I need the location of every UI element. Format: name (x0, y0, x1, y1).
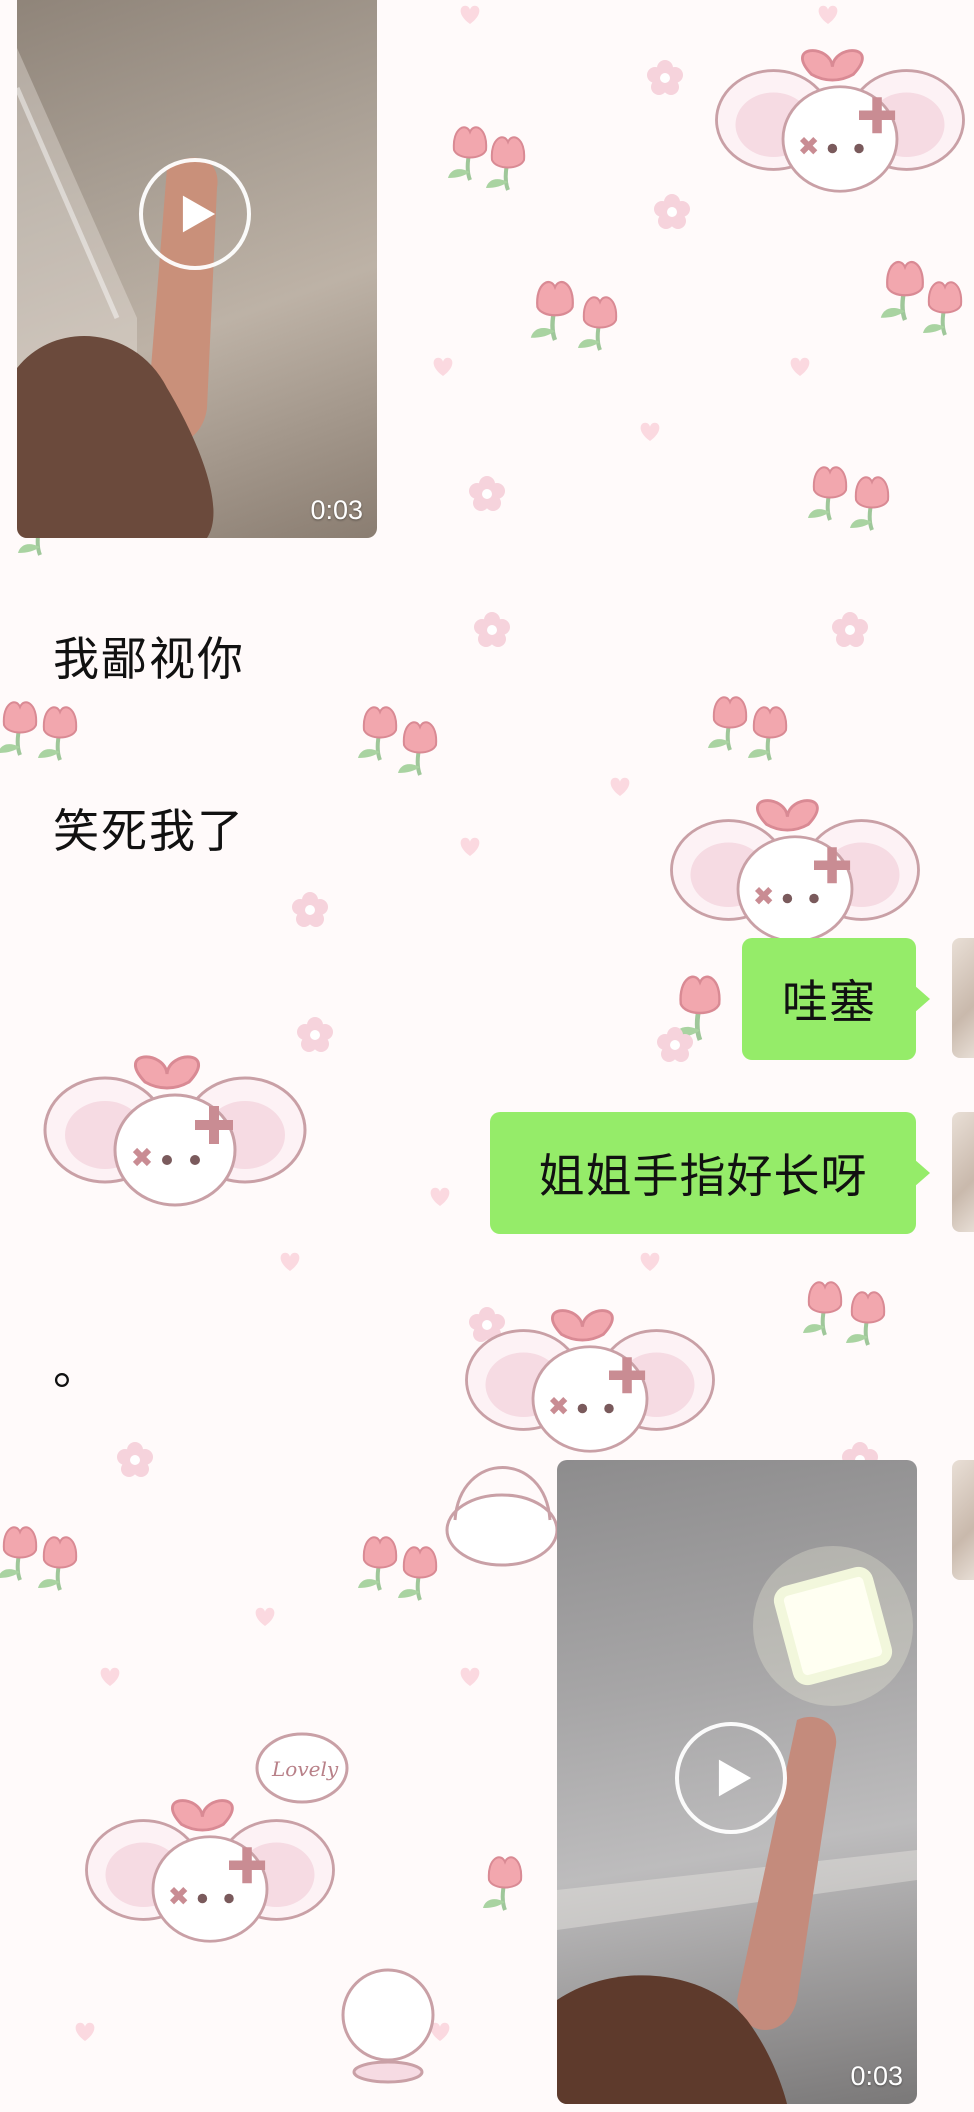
video-message-bottom[interactable]: 0:03 (557, 1460, 917, 2104)
play-icon[interactable] (139, 158, 251, 270)
video-duration: 0:03 (310, 495, 363, 525)
received-message[interactable]: 。 (53, 1332, 101, 1398)
received-message[interactable]: 笑死我了 (53, 795, 245, 861)
avatar[interactable] (952, 1460, 974, 1580)
svg-text:Lovely: Lovely (271, 1757, 339, 1781)
avatar[interactable] (952, 938, 974, 1058)
sent-message-bubble[interactable]: 姐姐手指好长呀 (490, 1112, 930, 1234)
video-message-top[interactable]: 0:03 (17, 0, 377, 538)
received-message[interactable]: 我鄙视你 (53, 623, 245, 689)
sent-message-bubble[interactable]: 哇塞 (742, 938, 930, 1060)
video-duration: 0:03 (850, 2061, 903, 2091)
avatar[interactable] (952, 1112, 974, 1232)
play-icon[interactable] (675, 1722, 787, 1834)
